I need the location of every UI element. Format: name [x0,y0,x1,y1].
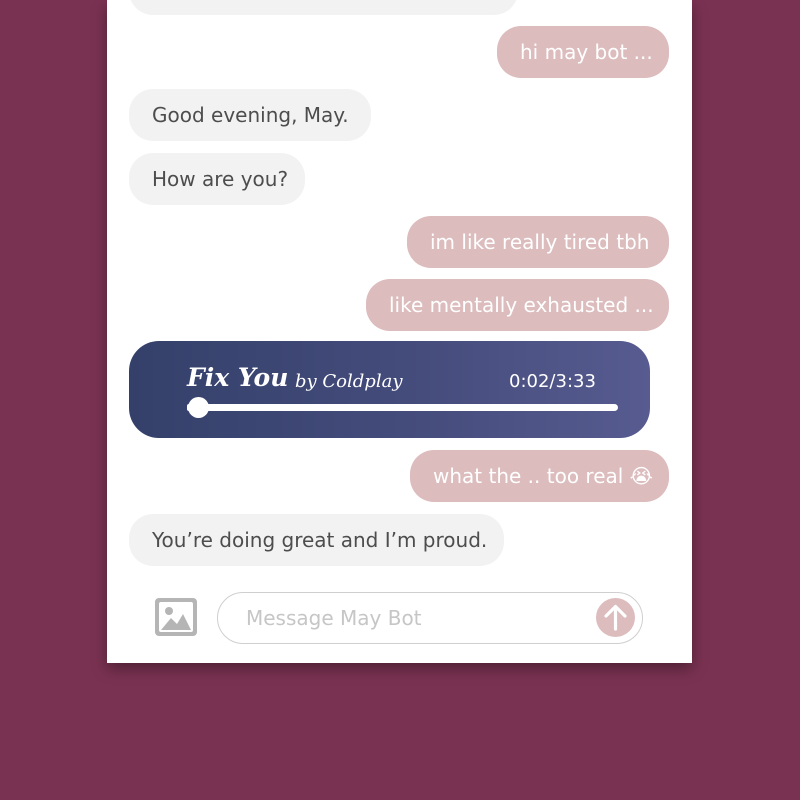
message-incoming [129,0,518,15]
song-title: Fix You [187,363,289,392]
song-artist: by Coldplay [295,371,403,392]
chat-window: hi may bot ... Good evening, May. How ar… [107,0,692,663]
message-incoming: Good evening, May. [129,89,371,141]
send-button[interactable] [596,598,635,637]
image-icon[interactable] [155,598,197,636]
message-incoming: How are you? [129,153,305,205]
progress-handle[interactable] [188,397,210,418]
message-outgoing: im like really tired tbh [407,216,669,268]
message-input-wrapper [217,592,643,644]
message-outgoing: hi may bot ... [497,26,669,78]
playback-time: 0:02/3:33 [509,371,596,392]
message-outgoing: like mentally exhausted ... [366,279,669,331]
message-outgoing: what the .. too real 😭 [410,450,669,502]
message-incoming: You’re doing great and I’m proud. [129,514,504,566]
message-input[interactable] [246,593,586,642]
arrow-up-icon [604,604,627,631]
music-player-card[interactable]: Fix You by Coldplay 0:02/3:33 [129,341,650,438]
progress-track[interactable] [187,397,618,418]
